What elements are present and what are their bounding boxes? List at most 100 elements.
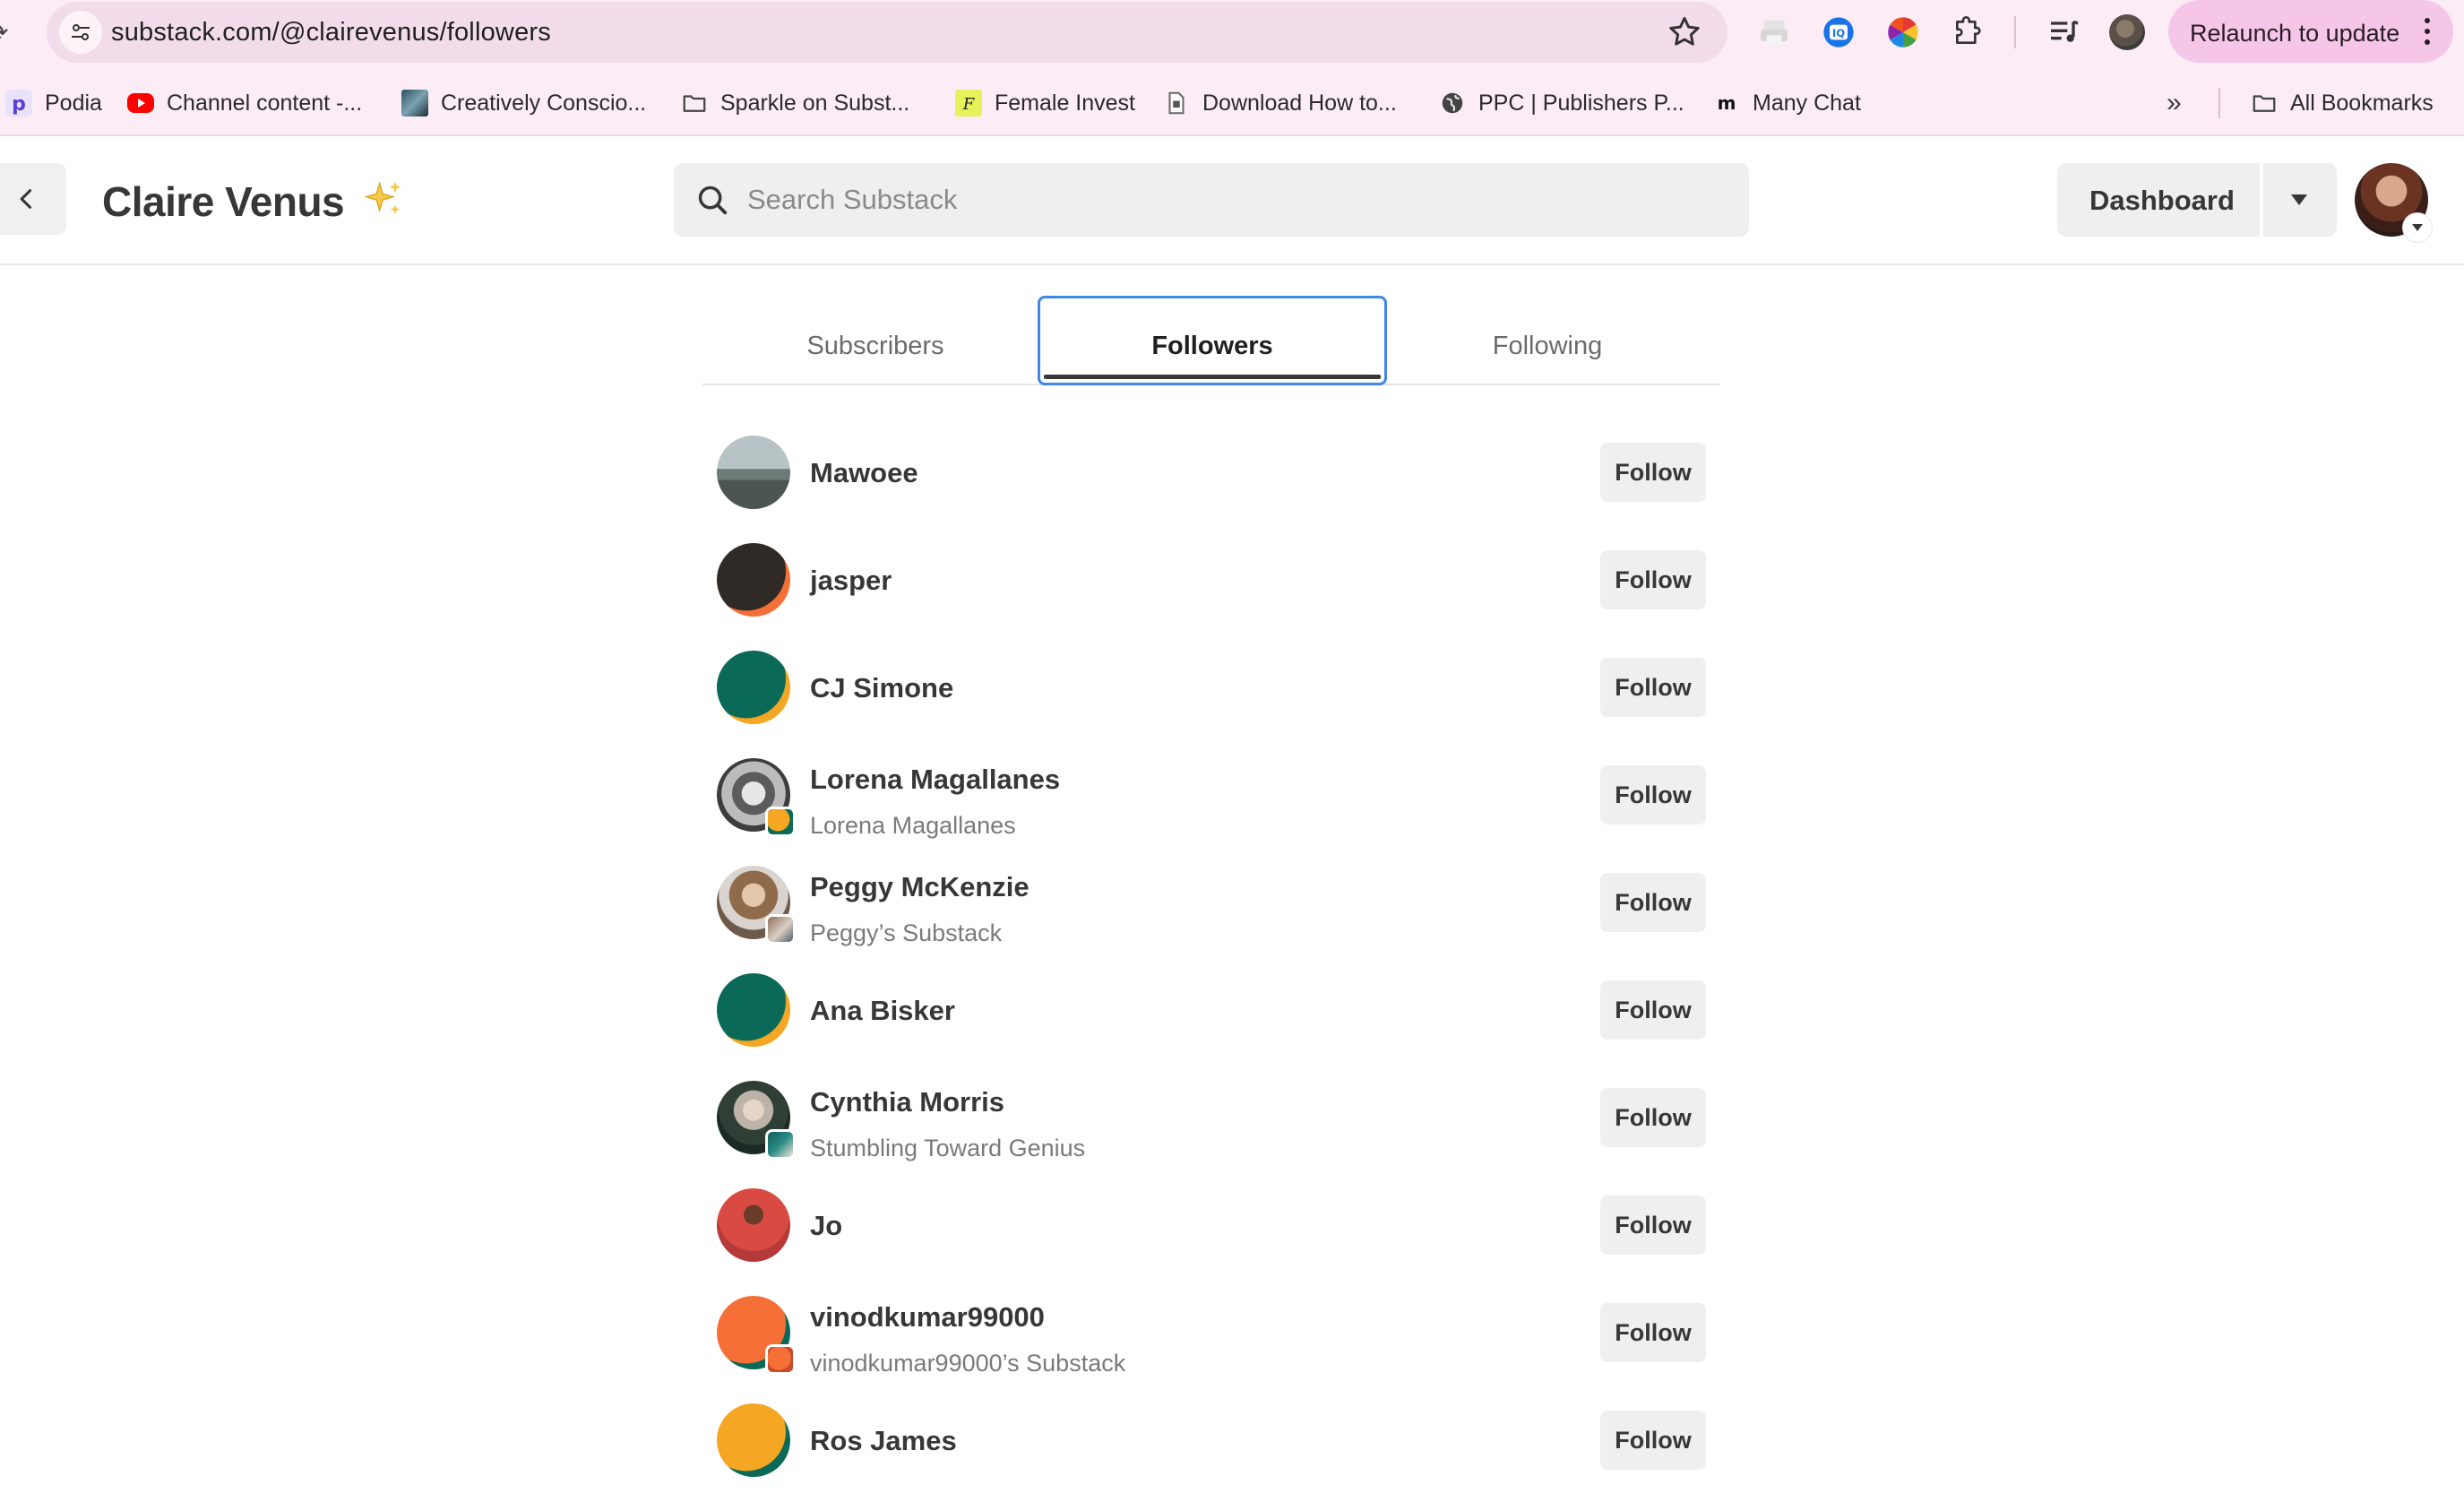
list-item[interactable]: Lorena Magallanes Lorena Magallanes Foll… [702, 742, 1720, 850]
active-tab-indicator [1044, 375, 1381, 379]
publication-badge [765, 807, 796, 837]
list-item[interactable]: vinodkumar99000 vinodkumar99000’s Substa… [702, 1280, 1720, 1387]
all-bookmarks-button[interactable]: All Bookmarks [2251, 86, 2434, 120]
address-bar[interactable]: substack.com/@clairevenus/followers [47, 2, 1727, 63]
bookmark-download-how-to[interactable]: Download How to... [1163, 86, 1397, 120]
list-item[interactable]: Mawoee Follow [702, 419, 1720, 527]
follower-name[interactable]: Mawoee [810, 457, 918, 489]
tab-following[interactable]: Following [1374, 296, 1720, 385]
chevron-left-icon [20, 189, 32, 209]
bookmark-female-invest[interactable]: F Female Invest [955, 86, 1135, 120]
follower-name[interactable]: Cynthia Morris [810, 1086, 1004, 1118]
follow-button[interactable]: Follow [1600, 658, 1706, 717]
bookmark-star-icon[interactable] [1665, 13, 1704, 52]
list-item[interactable]: Ana Bisker Follow [702, 957, 1720, 1065]
svg-text:IQ: IQ [1832, 27, 1845, 39]
follow-button[interactable]: Follow [1600, 1303, 1706, 1362]
page-title[interactable]: Claire Venus [102, 177, 345, 226]
bookmark-channel-content[interactable]: Channel content -... [127, 86, 362, 120]
list-item[interactable]: Cynthia Morris Stumbling Toward Genius F… [702, 1065, 1720, 1172]
follow-tabs: Subscribers Followers Following [702, 296, 1720, 385]
globe-icon [1439, 90, 1466, 117]
dashboard-label: Dashboard [2089, 185, 2235, 216]
back-button[interactable] [0, 163, 66, 235]
avatar[interactable] [717, 436, 790, 509]
publication-badge [765, 1344, 796, 1375]
avatar[interactable] [717, 651, 790, 724]
list-item[interactable]: Jo Follow [702, 1172, 1720, 1280]
dashboard-button[interactable]: Dashboard [2057, 163, 2260, 237]
caret-down-icon [2291, 194, 2307, 205]
follow-button[interactable]: Follow [1600, 1196, 1706, 1255]
sparkles-icon [360, 177, 407, 224]
follow-button[interactable]: Follow [1600, 1088, 1706, 1147]
follow-button[interactable]: Follow [1600, 980, 1706, 1040]
female-invest-icon: F [955, 90, 982, 117]
publication-badge [765, 914, 796, 945]
url-text[interactable]: substack.com/@clairevenus/followers [111, 18, 551, 47]
bookmark-many-chat[interactable]: m Many Chat [1713, 86, 1861, 120]
publication-name[interactable]: Stumbling Toward Genius [810, 1135, 1085, 1162]
follower-name[interactable]: vinodkumar99000 [810, 1301, 1045, 1334]
follower-name[interactable]: Lorena Magallanes [810, 764, 1060, 796]
iq-extension-icon[interactable]: IQ [1821, 14, 1857, 50]
search-icon [698, 186, 728, 215]
reload-icon[interactable]: ⟳ [0, 18, 14, 47]
browser-profile-avatar[interactable] [2109, 14, 2145, 50]
publication-badge [765, 1129, 796, 1160]
tab-followers[interactable]: Followers [1038, 296, 1387, 385]
more-menu-icon[interactable] [2425, 18, 2430, 45]
bookmarks-divider [2218, 88, 2220, 118]
list-item[interactable]: jasper Follow [702, 527, 1720, 634]
relaunch-label: Relaunch to update [2190, 20, 2400, 47]
manychat-icon: m [1713, 90, 1740, 117]
follower-name[interactable]: Peggy McKenzie [810, 871, 1030, 903]
folder-icon [681, 90, 708, 117]
tab-subscribers[interactable]: Subscribers [702, 296, 1048, 385]
youtube-icon [127, 93, 154, 113]
media-controls-icon[interactable] [2046, 14, 2082, 50]
list-item[interactable]: Ros James Follow [702, 1387, 1720, 1495]
color-picker-extension-icon[interactable] [1885, 14, 1921, 50]
publication-name[interactable]: Lorena Magallanes [810, 812, 1016, 840]
image-favicon [401, 90, 428, 117]
dashboard-dropdown-button[interactable] [2263, 163, 2337, 237]
relaunch-button[interactable]: Relaunch to update [2168, 0, 2453, 63]
follow-button[interactable]: Follow [1600, 765, 1706, 824]
avatar[interactable] [717, 973, 790, 1047]
bookmark-sparkle-on-substack[interactable]: Sparkle on Subst... [681, 86, 909, 120]
publication-name[interactable]: Peggy’s Substack [810, 919, 1002, 947]
substack-header: Claire Venus Dashboard [0, 136, 2464, 265]
list-item[interactable]: CJ Simone Follow [702, 634, 1720, 742]
follower-name[interactable]: jasper [810, 565, 892, 597]
folder-icon [2251, 90, 2278, 117]
document-icon [1163, 90, 1190, 117]
follow-button[interactable]: Follow [1600, 443, 1706, 502]
list-item[interactable]: Peggy McKenzie Peggy’s Substack Follow [702, 850, 1720, 957]
publication-name[interactable]: vinodkumar99000’s Substack [810, 1350, 1125, 1377]
search-bar[interactable] [674, 163, 1749, 237]
search-input[interactable] [747, 179, 1715, 220]
avatar[interactable] [717, 1403, 790, 1477]
avatar[interactable] [717, 543, 790, 617]
follow-button[interactable]: Follow [1600, 1411, 1706, 1470]
extensions-puzzle-icon[interactable] [1950, 14, 1986, 50]
bookmark-podia[interactable]: p Podia [5, 86, 102, 120]
follower-name[interactable]: Jo [810, 1210, 842, 1242]
follower-name[interactable]: Ana Bisker [810, 995, 955, 1027]
bookmarks-bar: p Podia Channel content -... Creatively … [0, 82, 2464, 124]
svg-text:F: F [962, 95, 976, 114]
follow-button[interactable]: Follow [1600, 873, 1706, 932]
podia-icon: p [5, 90, 32, 117]
bookmark-creatively-conscious[interactable]: Creatively Conscio... [401, 86, 646, 120]
more-bookmarks-chevron-icon[interactable]: » [2167, 88, 2182, 118]
follower-name[interactable]: Ros James [810, 1425, 957, 1457]
avatar[interactable] [717, 1188, 790, 1262]
follower-name[interactable]: CJ Simone [810, 672, 953, 704]
site-settings-icon[interactable] [59, 11, 102, 54]
svg-text:p: p [12, 93, 26, 116]
follow-button[interactable]: Follow [1600, 550, 1706, 609]
bookmark-ppc-publishers[interactable]: PPC | Publishers P... [1439, 86, 1684, 120]
avatar-menu-caret-icon[interactable] [2403, 213, 2432, 242]
print-extension-icon[interactable] [1756, 14, 1792, 50]
